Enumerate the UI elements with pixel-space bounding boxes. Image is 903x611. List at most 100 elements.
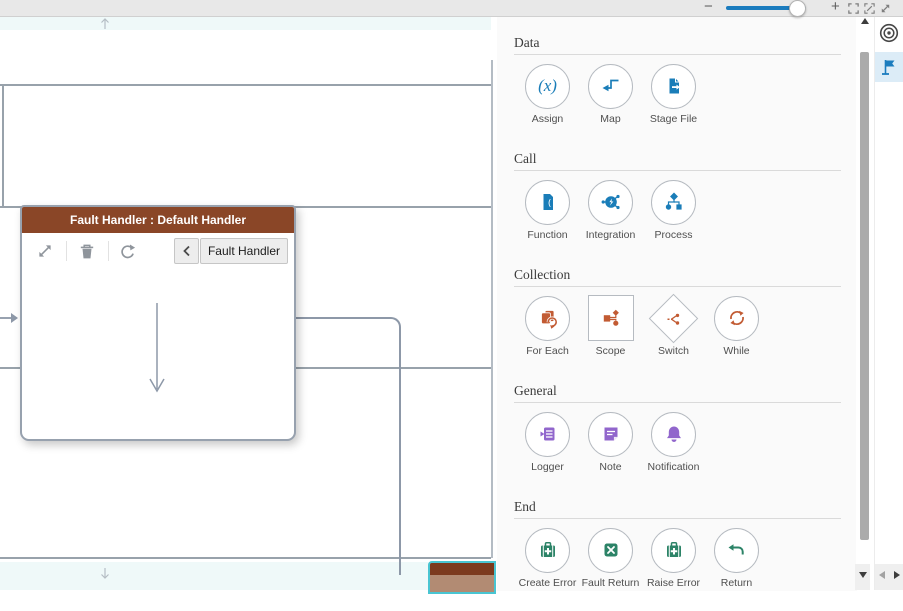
palette-item-return[interactable]: Return [705, 525, 768, 589]
for-each-icon [537, 307, 559, 329]
section-divider [514, 54, 841, 55]
redo-icon[interactable] [118, 242, 136, 260]
palette-item-label: Scope [596, 345, 626, 357]
palette-item-scope[interactable]: Scope [579, 293, 642, 357]
section-divider [514, 170, 841, 171]
palette-item-label: Fault Return [582, 577, 640, 589]
section-heading: Collection [514, 267, 570, 283]
fault-handler-nav-label: Fault Handler [208, 244, 280, 258]
palette-item-while[interactable]: While [705, 293, 768, 357]
palette-item-label: Function [527, 229, 567, 241]
palette-section-data: Data (x) Assign Map [497, 31, 857, 147]
palette-item-label: Logger [531, 461, 564, 473]
section-divider [514, 402, 841, 403]
section-divider [514, 286, 841, 287]
palette-item-note[interactable]: Note [579, 409, 642, 473]
stage-file-icon [663, 75, 685, 97]
palette-item-map[interactable]: Map [579, 61, 642, 125]
palette-scrollbar-thumb[interactable] [860, 52, 869, 540]
outgoing-flow-connector [292, 317, 401, 575]
palette-item-integration[interactable]: Integration [579, 177, 642, 241]
raise-error-icon [663, 539, 685, 561]
palette-item-logger[interactable]: Logger [516, 409, 579, 473]
zoom-in-button[interactable]: + [831, 0, 840, 16]
palette-item-label: For Each [526, 345, 569, 357]
palette-item-create-error[interactable]: Create Error [516, 525, 579, 589]
palette-item-for-each[interactable]: For Each [516, 293, 579, 357]
collapse-icon[interactable] [36, 242, 54, 260]
integration-icon [600, 191, 622, 213]
chevron-left-icon [181, 244, 193, 258]
maximize-icon[interactable] [879, 2, 892, 15]
palette-item-fault-return[interactable]: Fault Return [579, 525, 642, 589]
scope-icon [600, 307, 622, 329]
palette-item-label: Note [599, 461, 621, 473]
scroll-down-arrow[interactable] [859, 572, 867, 578]
selected-node-partial[interactable] [428, 561, 496, 594]
right-tool-strip [874, 16, 903, 590]
process-icon [663, 191, 685, 213]
hscroll-left-arrow[interactable] [879, 571, 885, 579]
create-error-icon [537, 539, 559, 561]
fault-handler-nav-button[interactable]: Fault Handler [200, 238, 288, 264]
function-icon: () [537, 191, 559, 213]
zoom-reset-icon[interactable] [863, 2, 876, 15]
while-icon [726, 307, 748, 329]
lane-line-bottom [0, 557, 491, 559]
canvas-right-edge [491, 60, 493, 558]
section-heading: Call [514, 151, 537, 167]
top-toolbar: − + [0, 0, 903, 17]
return-icon [726, 539, 748, 561]
palette-item-raise-error[interactable]: Raise Error [642, 525, 705, 589]
palette-item-label: Create Error [519, 577, 577, 589]
svg-text:(): () [546, 199, 557, 209]
palette-item-label: Stage File [650, 113, 697, 125]
lane-line-left [2, 84, 4, 208]
flag-tool-icon [878, 56, 900, 78]
zoom-out-button[interactable]: − [704, 0, 713, 16]
toolbar-divider [108, 241, 109, 261]
section-heading: Data [514, 35, 539, 51]
flag-tool-tile[interactable] [875, 52, 903, 82]
back-button[interactable] [174, 238, 199, 264]
fault-handler-panel[interactable]: Fault Handler : Default Handler Fault Ha… [20, 205, 296, 441]
palette-item-label: Assign [532, 113, 564, 125]
switch-icon [665, 309, 683, 327]
palette-item-assign[interactable]: (x) Assign [516, 61, 579, 125]
palette-item-switch[interactable]: Switch [642, 293, 705, 357]
flow-up-arrow-icon [100, 17, 110, 30]
hscroll-right-arrow[interactable] [894, 571, 900, 579]
fit-to-window-icon[interactable] [847, 2, 860, 15]
palette-item-label: Raise Error [647, 577, 700, 589]
lane-line-top [0, 84, 491, 86]
palette-item-label: Map [600, 113, 620, 125]
zoom-slider-knob[interactable] [789, 0, 806, 17]
assign-icon: (x) [538, 76, 557, 96]
scroll-up-arrow[interactable] [861, 18, 869, 24]
selected-node-header [430, 563, 494, 575]
palette-item-notification[interactable]: Notification [642, 409, 705, 473]
canvas-bottom-strip [0, 562, 491, 590]
actions-palette: Data (x) Assign Map [497, 16, 857, 591]
palette-section-collection: Collection For Each [497, 263, 857, 379]
palette-item-label: Integration [586, 229, 636, 241]
palette-section-general: General Logger [497, 379, 857, 495]
flow-down-arrow-icon [100, 567, 110, 580]
incoming-flow-arrow-icon [0, 311, 19, 325]
target-tool-icon[interactable] [878, 22, 900, 44]
palette-item-label: While [723, 345, 749, 357]
palette-item-label: Process [655, 229, 693, 241]
palette-section-end: End Create Error [497, 495, 857, 611]
fault-handler-panel-title[interactable]: Fault Handler : Default Handler [22, 207, 294, 233]
palette-item-function[interactable]: () Function [516, 177, 579, 241]
palette-item-label: Return [721, 577, 753, 589]
note-icon [600, 423, 622, 445]
palette-item-process[interactable]: Process [642, 177, 705, 241]
palette-item-stage-file[interactable]: Stage File [642, 61, 705, 125]
fault-return-icon [600, 539, 622, 561]
palette-section-call: Call () Function [497, 147, 857, 263]
delete-icon[interactable] [78, 242, 96, 260]
fault-handler-body [22, 269, 294, 435]
notification-icon [663, 423, 685, 445]
fault-handler-toolbar: Fault Handler [22, 233, 294, 269]
